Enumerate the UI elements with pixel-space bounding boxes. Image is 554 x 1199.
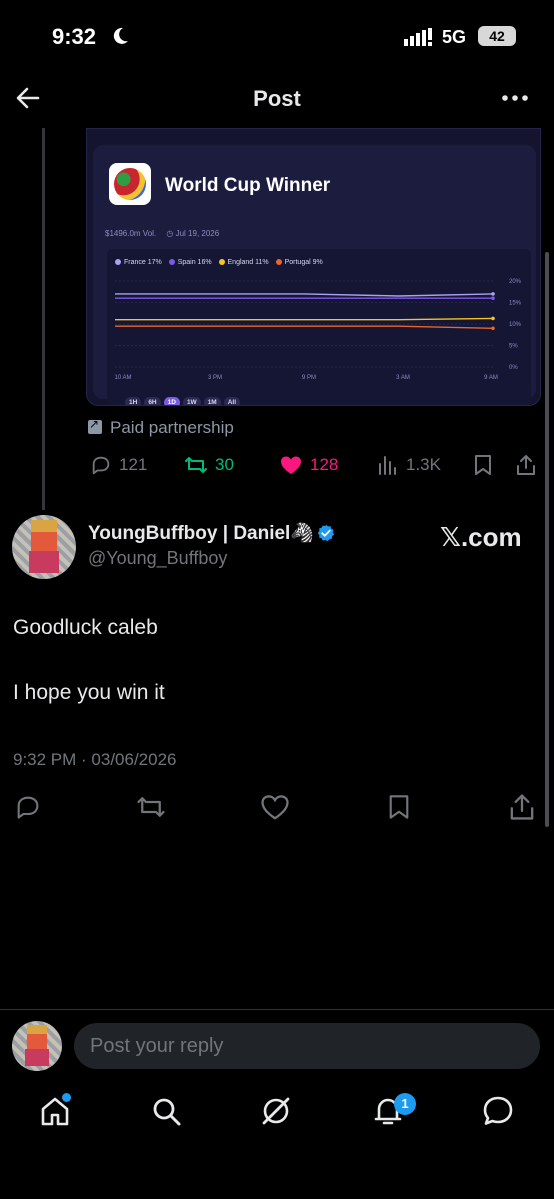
bookmark-button[interactable] [472,452,501,478]
share-button-2[interactable] [508,794,543,820]
bottom-navigation [0,1094,554,1138]
x-tick-label: 3 AM [396,375,410,381]
composer-divider [0,1009,554,1010]
share-icon [517,455,535,475]
reply-post-actions [0,794,554,822]
series-line-england [115,317,494,321]
repost-button-2[interactable] [136,794,173,820]
repost-icon [185,457,207,473]
status-bar: 9:32 5G 42 [0,0,554,72]
like-button-2[interactable] [260,794,297,820]
repost-icon [137,797,165,817]
y-tick-label: 20% [509,279,522,285]
y-tick-label: 0% [509,365,518,371]
x-tick-label: 3 PM [208,375,222,381]
views-count: 1.3K [406,455,441,474]
x-tick-label: 10 AM [114,375,131,381]
reply-count: 121 [119,455,148,474]
world-cup-logo [109,163,151,205]
page-title: Post [253,86,301,111]
reply-button-2[interactable] [14,794,49,820]
post-header: Post [0,72,554,126]
chart-panel: France 17% Spain 16% England 11% Portuga… [107,249,531,405]
reply-input[interactable] [90,1023,520,1069]
range-button-all[interactable]: All [223,397,241,405]
x-tick-label: 9 AM [484,375,498,381]
reply-author-handle[interactable]: @Young_Buffboy [88,548,227,569]
range-button-1m[interactable]: 1M [203,397,221,405]
heart-icon [261,795,289,820]
like-count: 128 [310,455,339,474]
bookmark-icon [475,455,491,475]
battery-indicator: 42 [478,26,516,46]
market-meta: $1496.0m Vol. ◷ Jul 19, 2026 [105,229,219,238]
paid-partnership-label: Paid partnership [88,417,234,438]
series-end-point-england [491,316,495,321]
y-tick-label: 15% [509,301,522,307]
line-chart: 20% 15% 10% 5% 0% 10 AM 3 PM 9 PM 3 AM 9 AM [114,279,522,381]
reply-button[interactable]: 121 [90,452,147,478]
status-time: 9:32 [52,24,97,49]
y-tick-label: 10% [509,322,522,328]
series-end-point-france [491,292,495,296]
verified-badge-icon [317,524,334,542]
like-button[interactable]: 128 [279,452,338,478]
series-end-point-spain [491,296,495,300]
moon-icon [113,27,128,44]
my-avatar[interactable] [12,1021,62,1071]
repost-button[interactable]: 30 [184,452,234,478]
reply-author-avatar[interactable] [12,515,76,579]
views-icon [379,456,396,475]
more-options-icon[interactable] [500,86,530,110]
scrollbar[interactable] [545,252,549,827]
share-button[interactable] [515,452,544,478]
embedded-media-card[interactable]: World Cup Winner $1496.0m Vol. ◷ Jul 19,… [86,128,541,406]
bookmark-button-2[interactable] [386,794,419,820]
signal-icon [404,28,432,46]
xcom-badge: 𝕏.com [440,522,522,552]
embedded-post-actions: 121 30 128 1.3K [0,452,554,480]
repost-count: 30 [215,455,234,474]
search-icon[interactable] [149,1094,183,1128]
reply-icon [17,796,39,819]
series-end-point-portugal [491,326,495,331]
grok-icon[interactable] [259,1094,293,1128]
heart-filled-icon [281,456,301,474]
x-tick-label: 9 PM [302,375,316,381]
network-type: 5G [442,27,467,47]
reply-text-line-2: I hope you win it [13,681,165,704]
messages-icon[interactable] [481,1094,515,1128]
range-button-1h[interactable]: 1H [125,397,142,405]
home-unread-dot [62,1093,71,1102]
reply-composer[interactable] [74,1023,540,1069]
reply-author-name[interactable]: YoungBuffboy | Daniel🦓 [88,521,335,545]
share-icon [510,794,534,820]
notifications-badge: 1 [394,1093,416,1115]
post-timestamp: 9:32 PM · 03/06/2026 [13,750,177,769]
y-tick-label: 5% [509,344,518,350]
range-button-1w[interactable]: 1W [182,397,201,405]
series-line-portugal [115,325,494,329]
market-date: Jul 19, 2026 [175,229,220,238]
range-button-6h[interactable]: 6H [144,397,161,405]
range-button-1d[interactable]: 1D [163,397,180,405]
time-range-selector: 1H 6H 1D 1W 1M All [125,391,243,405]
views-button[interactable]: 1.3K [377,452,441,478]
reply-icon [92,456,110,475]
reply-text-line-1: Goodluck caleb [13,616,158,639]
market-title: World Cup Winner [165,175,331,196]
market-card: World Cup Winner $1496.0m Vol. ◷ Jul 19,… [93,145,536,405]
bookmark-icon [389,795,409,819]
paid-partnership-icon [88,417,102,434]
clock-icon: ◷ [166,229,174,238]
series-line-france [115,293,494,297]
market-volume: $1496.0m Vol. [105,229,157,238]
